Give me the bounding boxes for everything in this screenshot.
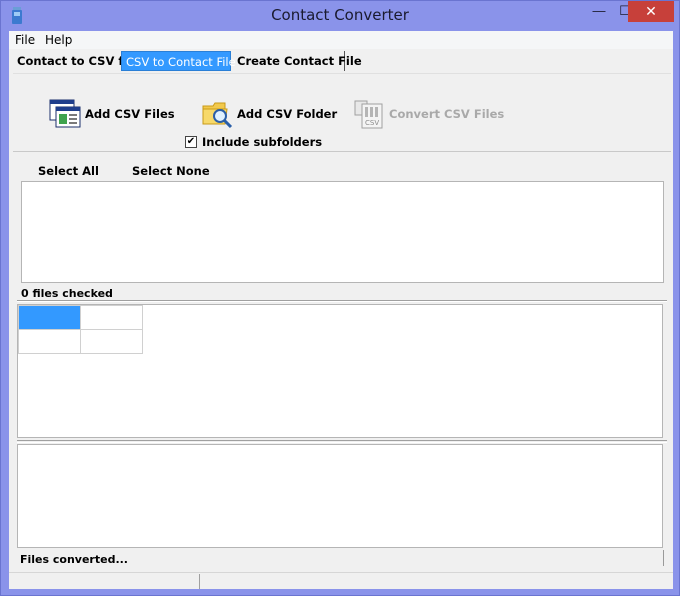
files-converted-status: Files converted... — [20, 553, 128, 566]
splitter-bottom[interactable] — [17, 440, 667, 443]
status-divider — [663, 550, 664, 566]
add-csv-files-label: Add CSV Files — [85, 107, 175, 121]
tab-strip: Contact to CSV file CSV to Contact File … — [9, 51, 673, 71]
csv-document-icon: CSV — [354, 100, 383, 129]
grid-cell-selected[interactable] — [18, 305, 81, 330]
splitter-top[interactable] — [17, 300, 667, 302]
include-subfolders-option[interactable]: ✔ Include subfolders — [185, 135, 322, 149]
select-none-button[interactable]: Select None — [132, 164, 210, 178]
grid-cell[interactable] — [18, 329, 81, 354]
add-csv-folder-button[interactable]: Add CSV Folder — [201, 98, 337, 130]
conversion-log[interactable] — [17, 444, 663, 548]
convert-csv-files-label: Convert CSV Files — [389, 107, 505, 121]
grid-row — [18, 329, 143, 354]
app-window: Contact Converter — ☐ ✕ File Help Contac… — [0, 0, 680, 596]
tab-contact-to-csv[interactable]: Contact to CSV file — [13, 51, 139, 71]
minimize-button[interactable]: — — [585, 1, 613, 22]
window-list-icon — [49, 99, 81, 128]
select-all-button[interactable]: Select All — [38, 164, 99, 178]
include-subfolders-label: Include subfolders — [202, 135, 323, 149]
title-bar[interactable]: Contact Converter — ☐ ✕ — [1, 1, 679, 30]
add-csv-folder-label: Add CSV Folder — [237, 107, 338, 121]
menu-bar: File Help — [9, 31, 673, 49]
contact-grid[interactable] — [18, 305, 143, 354]
grid-cell[interactable] — [80, 305, 143, 330]
window-title: Contact Converter — [271, 6, 409, 24]
close-button[interactable]: ✕ — [628, 1, 674, 22]
contact-grid-panel[interactable] — [17, 304, 663, 438]
tab-csv-to-contact[interactable]: CSV to Contact File — [121, 51, 236, 71]
folder-search-icon — [202, 102, 233, 129]
add-csv-files-button[interactable]: Add CSV Files — [49, 98, 175, 130]
menu-help[interactable]: Help — [45, 33, 72, 47]
grid-row — [18, 305, 143, 330]
grid-cell[interactable] — [80, 329, 143, 354]
menu-file[interactable]: File — [15, 33, 35, 47]
tab-create-contact-file[interactable]: Create Contact File — [233, 51, 362, 71]
status-segment — [199, 574, 200, 589]
files-checked-status: 0 files checked — [21, 287, 113, 300]
toolbar: Add CSV Files Add CSV Folder CSV Convert… — [13, 74, 671, 152]
convert-csv-files-button[interactable]: CSV Convert CSV Files — [353, 98, 504, 130]
client-area: File Help Contact to CSV file CSV to Con… — [9, 31, 673, 589]
svg-text:CSV: CSV — [365, 119, 379, 127]
csv-file-list[interactable] — [21, 181, 664, 283]
csv-to-contact-panel: Add CSV Files Add CSV Folder CSV Convert… — [13, 73, 671, 585]
include-subfolders-checkbox[interactable]: ✔ — [185, 136, 197, 148]
status-bar — [9, 572, 673, 589]
